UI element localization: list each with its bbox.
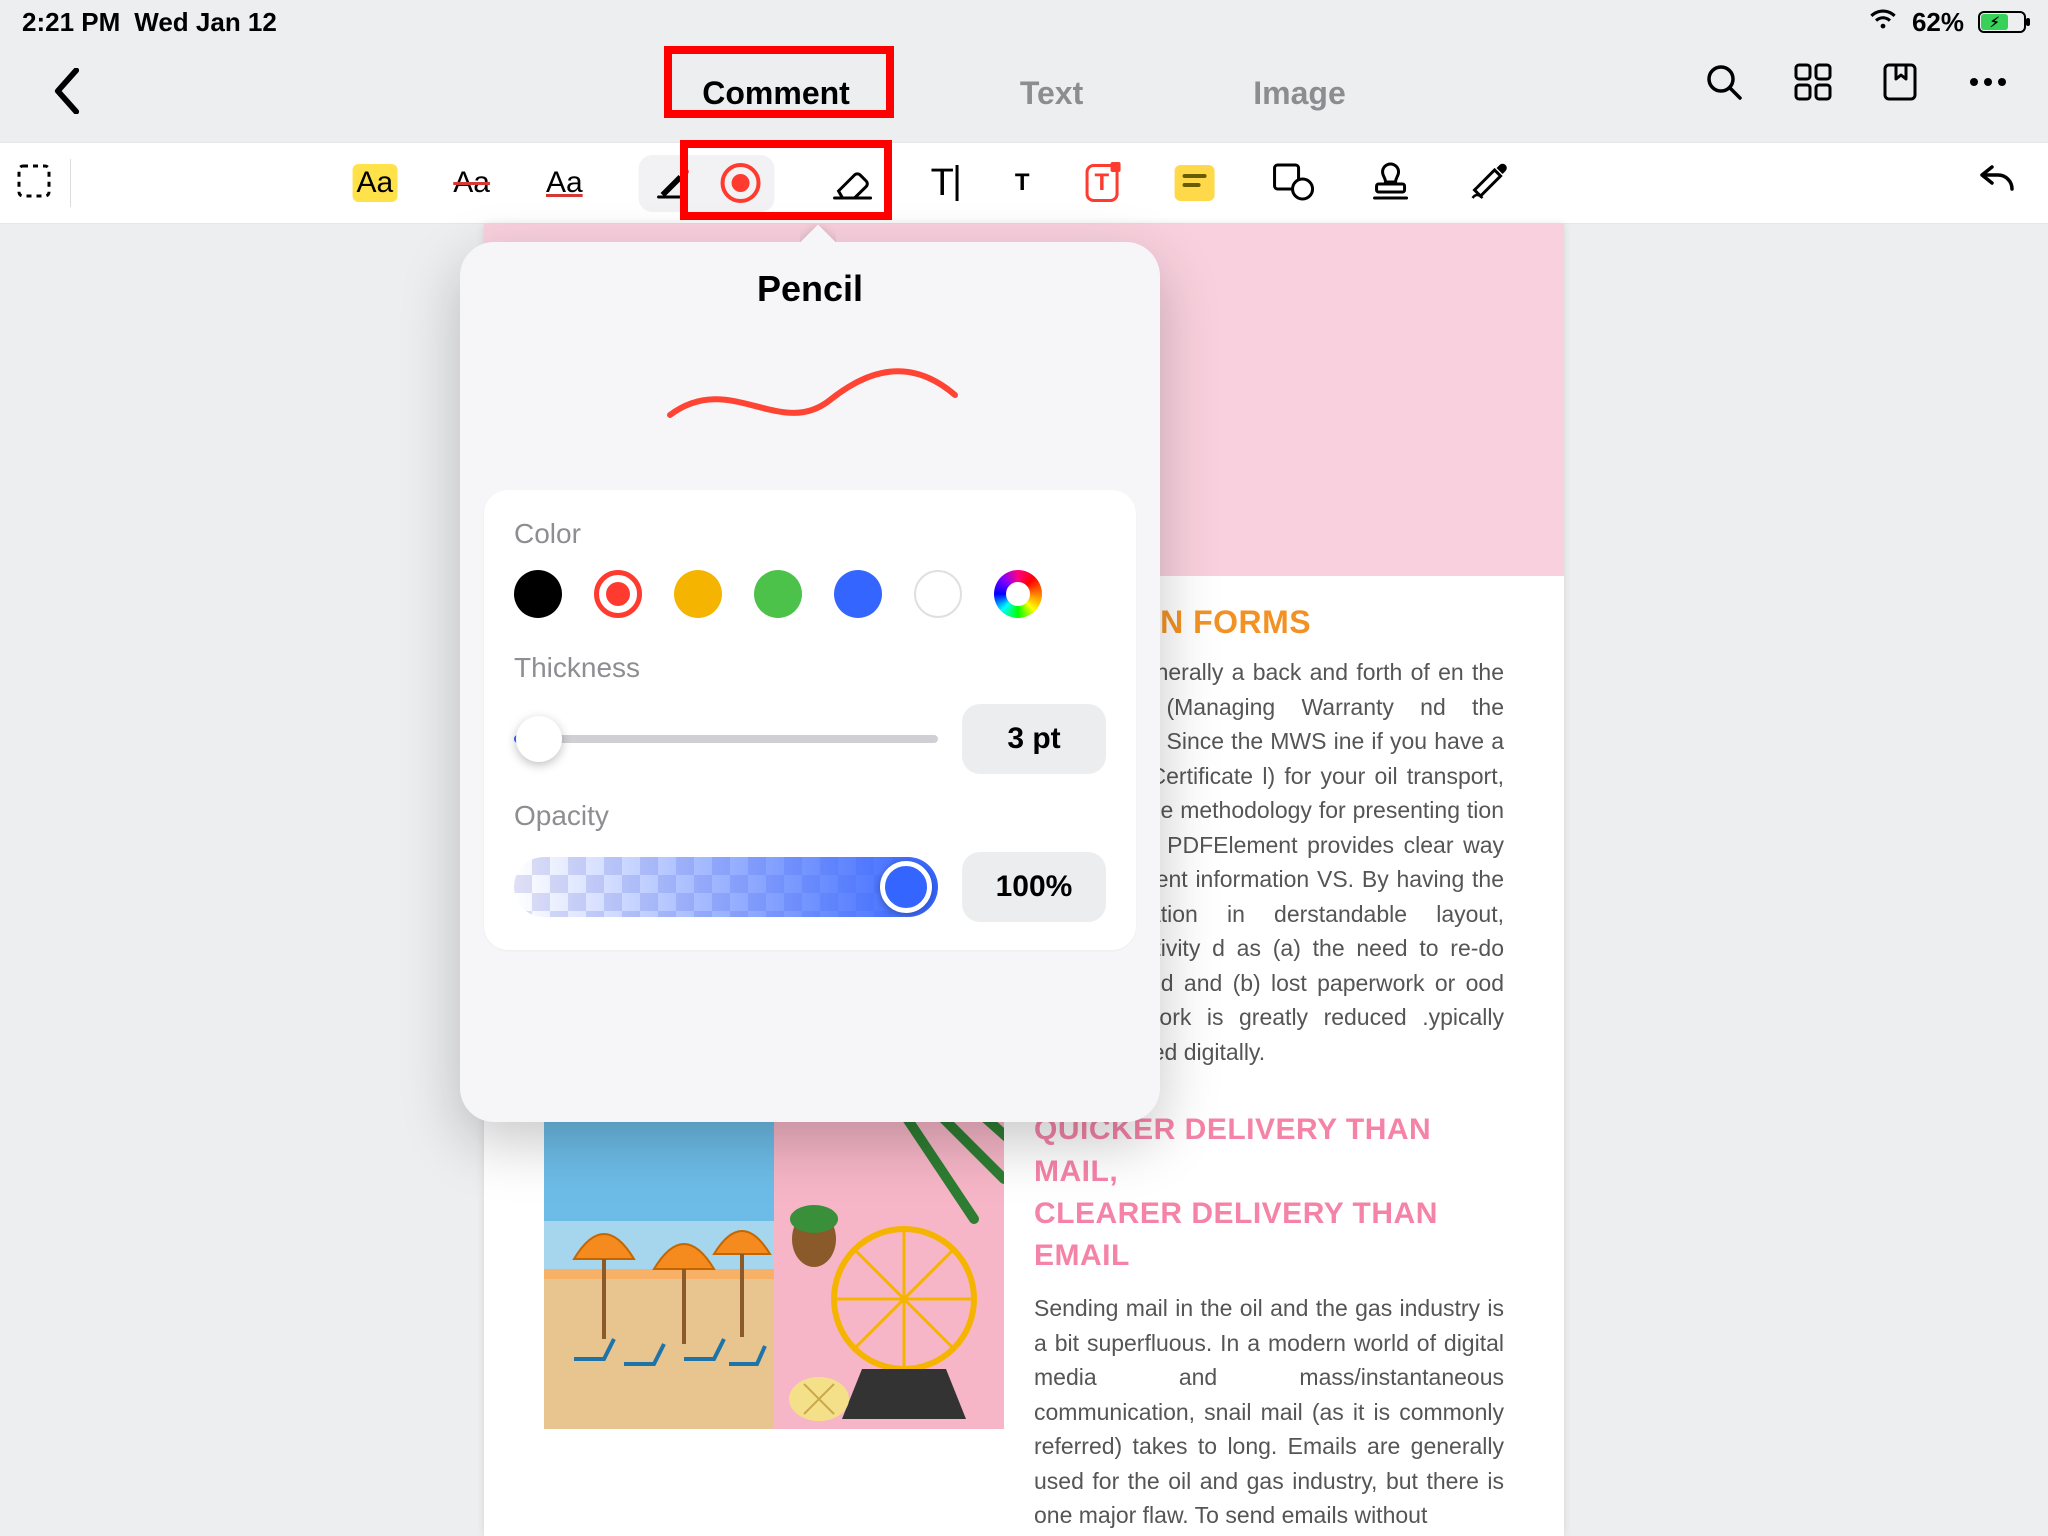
tab-image[interactable]: Image — [1253, 75, 1345, 112]
thickness-value: 3 pt — [962, 704, 1106, 774]
swatch-red-selected[interactable] — [594, 570, 642, 618]
swatch-green[interactable] — [754, 570, 802, 618]
thickness-slider-thumb[interactable] — [516, 716, 562, 762]
pencil-stroke-preview — [460, 310, 1160, 490]
back-button[interactable] — [50, 68, 84, 119]
highlight-box-comment — [664, 46, 894, 118]
color-label: Color — [514, 518, 1106, 550]
highlight-tool[interactable]: Aa — [353, 164, 398, 202]
opacity-label: Opacity — [514, 800, 1106, 832]
opacity-value: 100% — [962, 852, 1106, 922]
highlight-box-pencil-tool — [680, 140, 892, 220]
battery-percent: 62% — [1912, 7, 1964, 38]
opacity-slider[interactable] — [514, 857, 938, 917]
small-text-tool[interactable]: T — [1015, 169, 1030, 197]
swatch-white[interactable] — [914, 570, 962, 618]
opacity-slider-thumb[interactable] — [880, 861, 932, 913]
thickness-label: Thickness — [514, 652, 1106, 684]
doc-paragraph-2: Sending mail in the oil and the gas indu… — [1034, 1291, 1504, 1533]
sticky-note-tool[interactable] — [1174, 165, 1214, 201]
pencil-settings-card: Color Thickness 3 pt Opacity 100% — [484, 490, 1136, 950]
search-icon[interactable] — [1704, 62, 1744, 102]
textbox-tool[interactable]: T — [1086, 164, 1119, 202]
select-area-icon[interactable] — [14, 161, 54, 206]
swatch-yellow[interactable] — [674, 570, 722, 618]
swatch-black[interactable] — [514, 570, 562, 618]
more-icon[interactable] — [1968, 76, 2008, 88]
wifi-icon — [1868, 7, 1898, 38]
swatch-custom-color[interactable] — [994, 570, 1042, 618]
beach-image — [544, 1109, 774, 1429]
bookmark-icon[interactable] — [1882, 62, 1918, 102]
annotation-toolbar: Aa Aa Aa T T T — [0, 142, 2048, 224]
grid-icon[interactable] — [1794, 63, 1832, 101]
swatch-blue[interactable] — [834, 570, 882, 618]
undo-button[interactable] — [1974, 163, 2018, 204]
pencil-popover: Pencil Color Thickness 3 pt Opacity — [460, 242, 1160, 1122]
doc-image-pair — [544, 1109, 1004, 1429]
text-cursor-tool[interactable]: T — [931, 162, 959, 205]
tab-text[interactable]: Text — [1020, 75, 1083, 112]
status-date: Wed Jan 12 — [134, 7, 277, 38]
status-bar: 2:21 PM Wed Jan 12 62% ⚡︎ — [0, 0, 2048, 44]
battery-icon: ⚡︎ — [1978, 11, 2026, 33]
color-swatches — [514, 570, 1106, 618]
strikethrough-tool[interactable]: Aa — [453, 166, 490, 200]
stamp-tool[interactable] — [1370, 160, 1410, 207]
underline-tool[interactable]: Aa — [546, 166, 583, 200]
thickness-slider[interactable] — [514, 735, 938, 743]
separator — [70, 159, 71, 207]
popover-title: Pencil — [460, 268, 1160, 310]
shape-tool[interactable] — [1270, 161, 1314, 206]
signature-tool[interactable] — [1466, 160, 1510, 207]
popover-caret — [800, 224, 836, 244]
tropical-image — [774, 1109, 1004, 1429]
doc-heading-2: QUICKER DELIVERY THAN MAIL, CLEARER DELI… — [1034, 1109, 1504, 1277]
status-time: 2:21 PM — [22, 7, 120, 38]
nav-row: Comment Text Image — [0, 44, 2048, 142]
